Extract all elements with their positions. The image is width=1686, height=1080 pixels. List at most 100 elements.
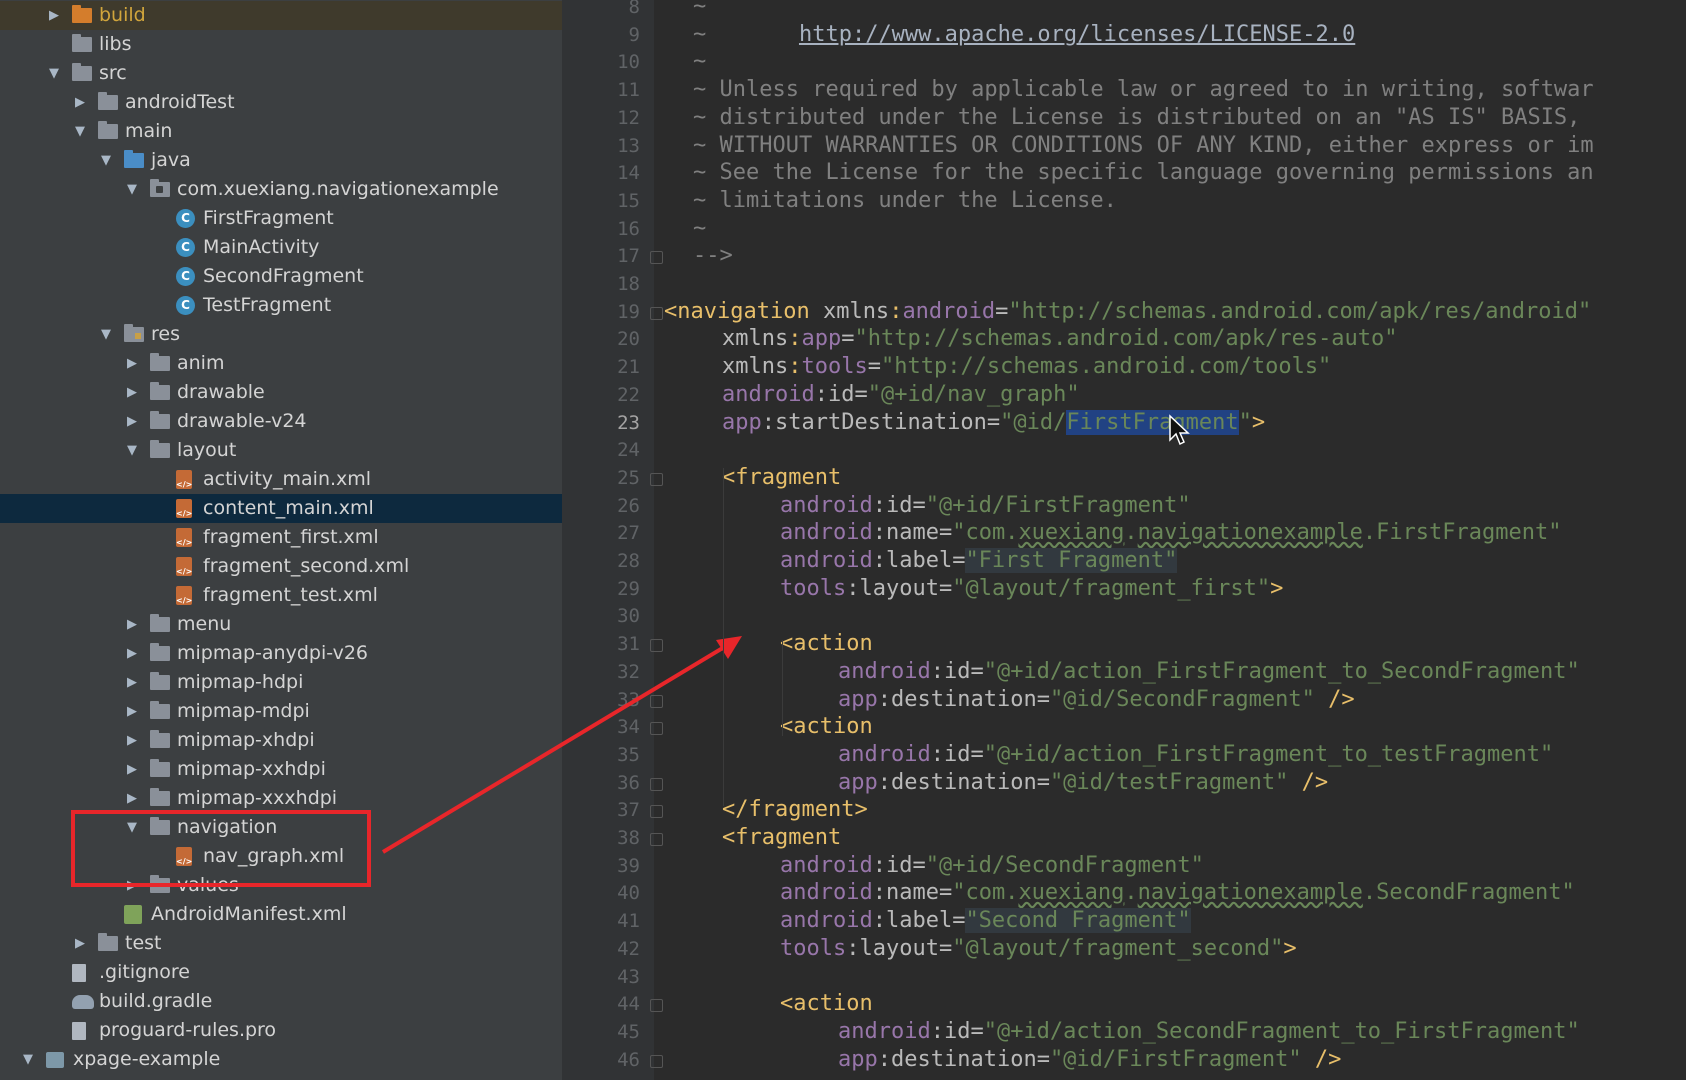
tree-item[interactable]: libs [0, 30, 562, 59]
fold-marker-icon[interactable] [650, 805, 663, 819]
code-line[interactable]: ~ http://www.apache.org/licenses/LICENSE… [654, 22, 1686, 48]
tree-item[interactable]: ▼ com.xuexiang.navigationexample [0, 175, 562, 204]
expand-arrow-down-icon[interactable]: ▼ [72, 117, 88, 146]
code-line[interactable]: android:label="First Fragment" [654, 548, 1686, 574]
code-line[interactable] [654, 964, 1686, 990]
code-editor[interactable]: ~ ~ http://www.apache.org/licenses/LICENS… [654, 0, 1686, 1080]
tree-item[interactable]: .gitignore [0, 958, 562, 987]
fold-marker-icon[interactable] [650, 639, 663, 653]
tree-item[interactable]: ▼ navigation [0, 813, 562, 842]
expand-arrow-down-icon[interactable]: ▼ [98, 146, 114, 175]
tree-item[interactable]: C TestFragment [0, 291, 562, 320]
code-line[interactable]: tools:layout="@layout/fragment_second"> [654, 936, 1686, 962]
tree-item[interactable]: ▼ src [0, 59, 562, 88]
fold-marker-icon[interactable] [650, 999, 663, 1013]
code-line[interactable]: android:id="@+id/action_FirstFragment_to… [654, 659, 1686, 685]
tree-item[interactable]: ▶ mipmap-xxhdpi [0, 755, 562, 784]
code-line[interactable]: ~ [654, 0, 1686, 20]
code-line[interactable]: android:id="@+id/SecondFragment" [654, 853, 1686, 879]
tree-item[interactable]: ▶ build [0, 1, 562, 30]
code-line[interactable]: tools:layout="@layout/fragment_first"> [654, 576, 1686, 602]
code-line[interactable]: <action [654, 991, 1686, 1017]
code-line[interactable]: android:id="@+id/FirstFragment" [654, 493, 1686, 519]
expand-arrow-down-icon[interactable]: ▼ [124, 813, 140, 842]
code-line[interactable]: xmlns:app="http://schemas.android.com/ap… [654, 326, 1686, 352]
code-line[interactable]: ~ See the License for the specific langu… [654, 160, 1686, 186]
fold-marker-icon[interactable] [650, 777, 663, 791]
tree-item[interactable]: proguard-rules.pro [0, 1016, 562, 1045]
code-line[interactable] [654, 271, 1686, 297]
code-line[interactable]: app:startDestination="@id/FirstFragment"… [654, 409, 1686, 436]
expand-arrow-down-icon[interactable]: ▼ [46, 59, 62, 88]
tree-item[interactable]: </> fragment_first.xml [0, 523, 562, 552]
tree-item[interactable]: ▶ values [0, 871, 562, 900]
code-line[interactable]: <action [654, 631, 1686, 657]
collapse-arrow-right-icon[interactable]: ▶ [124, 668, 140, 697]
expand-arrow-down-icon[interactable]: ▼ [98, 320, 114, 349]
tree-item[interactable]: ▶ androidTest [0, 88, 562, 117]
tree-item[interactable]: </> content_main.xml [0, 494, 562, 523]
code-line[interactable]: android:id="@+id/nav_graph" [654, 382, 1686, 408]
code-line[interactable]: <action [654, 714, 1686, 740]
collapse-arrow-right-icon[interactable]: ▶ [124, 784, 140, 813]
code-line[interactable]: android:id="@+id/action_FirstFragment_to… [654, 742, 1686, 768]
tree-item[interactable]: ▼ res [0, 320, 562, 349]
tree-item[interactable]: C MainActivity [0, 233, 562, 262]
code-line[interactable]: </fragment> [654, 797, 1686, 823]
fold-marker-icon[interactable] [650, 1054, 663, 1068]
tree-item[interactable]: AndroidManifest.xml [0, 900, 562, 929]
code-line[interactable]: android:id="@+id/action_SecondFragment_t… [654, 1019, 1686, 1045]
code-line[interactable] [654, 603, 1686, 629]
tree-item[interactable]: ▶ mipmap-xxxhdpi [0, 784, 562, 813]
tree-item[interactable]: ▶ anim [0, 349, 562, 378]
fold-marker-icon[interactable] [650, 694, 663, 708]
tree-item[interactable]: ▶ mipmap-xhdpi [0, 726, 562, 755]
code-line[interactable]: <fragment [654, 825, 1686, 851]
collapse-arrow-right-icon[interactable]: ▶ [124, 349, 140, 378]
code-line[interactable]: --> [654, 243, 1686, 269]
tree-item[interactable]: ▼ main [0, 117, 562, 146]
code-line[interactable]: xmlns:tools="http://schemas.android.com/… [654, 354, 1686, 380]
tree-item[interactable]: ▼ layout [0, 436, 562, 465]
collapse-arrow-right-icon[interactable]: ▶ [124, 378, 140, 407]
fold-marker-icon[interactable] [650, 251, 663, 265]
tree-item[interactable]: </> fragment_second.xml [0, 552, 562, 581]
collapse-arrow-right-icon[interactable]: ▶ [72, 929, 88, 958]
tree-item[interactable]: ▶ test [0, 929, 562, 958]
tree-item[interactable]: build.gradle [0, 987, 562, 1016]
code-line[interactable] [654, 437, 1686, 463]
code-line[interactable]: <navigation xmlns:android="http://schema… [654, 299, 1686, 325]
tree-item[interactable]: </> fragment_test.xml [0, 581, 562, 610]
fold-marker-icon[interactable] [650, 833, 663, 846]
code-line[interactable]: ~ distributed under the License is distr… [654, 105, 1686, 131]
collapse-arrow-right-icon[interactable]: ▶ [124, 871, 140, 900]
collapse-arrow-right-icon[interactable]: ▶ [124, 726, 140, 755]
tree-item[interactable]: ▶ mipmap-anydpi-v26 [0, 639, 562, 668]
fold-marker-icon[interactable] [650, 306, 663, 320]
expand-arrow-down-icon[interactable]: ▼ [124, 436, 140, 465]
code-line[interactable]: ~ WITHOUT WARRANTIES OR CONDITIONS OF AN… [654, 133, 1686, 159]
collapse-arrow-right-icon[interactable]: ▶ [46, 1, 62, 30]
fold-marker-icon[interactable] [650, 722, 663, 736]
tree-item[interactable]: C SecondFragment [0, 262, 562, 291]
tree-item[interactable]: ▶ drawable [0, 378, 562, 407]
collapse-arrow-right-icon[interactable]: ▶ [124, 407, 140, 436]
code-line[interactable]: android:name="com.xuexiang.navigationexa… [654, 880, 1686, 906]
tree-item[interactable]: </> activity_main.xml [0, 465, 562, 494]
code-line[interactable]: ~ [654, 49, 1686, 75]
tree-item[interactable]: C FirstFragment [0, 204, 562, 233]
tree-item[interactable]: ▶ drawable-v24 [0, 407, 562, 436]
fold-marker-icon[interactable] [650, 472, 663, 486]
collapse-arrow-right-icon[interactable]: ▶ [124, 639, 140, 668]
tree-item[interactable]: </> nav_graph.xml [0, 842, 562, 871]
tree-item[interactable]: ▼ xpage-example [0, 1045, 562, 1074]
code-line[interactable]: <fragment [654, 465, 1686, 491]
code-line[interactable]: ~ Unless required by applicable law or a… [654, 77, 1686, 103]
code-line[interactable]: app:destination="@id/SecondFragment" /> [654, 687, 1686, 713]
collapse-arrow-right-icon[interactable]: ▶ [72, 88, 88, 117]
expand-arrow-down-icon[interactable]: ▼ [20, 1045, 36, 1074]
tree-item[interactable]: ▼ java [0, 146, 562, 175]
collapse-arrow-right-icon[interactable]: ▶ [124, 697, 140, 726]
code-line[interactable]: android:name="com.xuexiang.navigationexa… [654, 520, 1686, 546]
code-line[interactable]: ~ [654, 216, 1686, 242]
